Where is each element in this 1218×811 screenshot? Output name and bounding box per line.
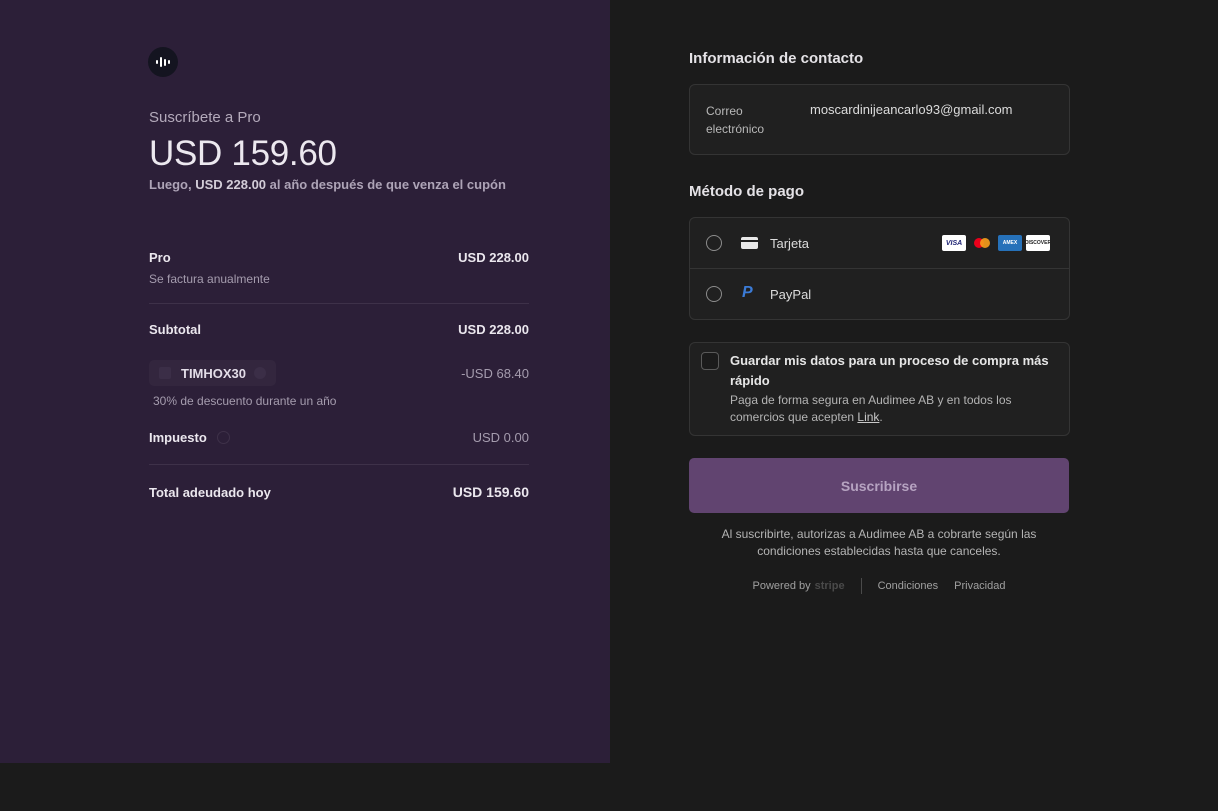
email-label: Correo electrónico	[706, 104, 765, 136]
save-info-description: Paga de forma segura en Audimee AB y en …	[730, 392, 1050, 426]
total-value: USD 159.60	[452, 484, 529, 500]
renewal-prefix: Luego,	[149, 177, 196, 192]
card-radio[interactable]	[706, 235, 722, 251]
mastercard-icon	[970, 235, 994, 251]
payment-option-paypal[interactable]: P PayPal	[690, 269, 1069, 319]
renewal-suffix: al año después de que venza el cupón	[266, 177, 506, 192]
card-brands: VISA AMEX DISCOVER	[942, 235, 1051, 251]
card-label: Tarjeta	[770, 236, 810, 251]
paypal-label: PayPal	[770, 287, 812, 302]
paypal-icon: P	[742, 284, 753, 301]
remove-coupon-icon[interactable]	[254, 367, 267, 379]
billing-frequency: Se factura anualmente	[149, 272, 270, 286]
save-info-box: Guardar mis datos para un proceso de com…	[689, 342, 1070, 436]
contact-title: Información de contacto	[689, 50, 864, 67]
privacy-link[interactable]: Privacidad	[954, 580, 1005, 592]
credit-card-icon	[741, 237, 758, 249]
payment-method-title: Método de pago	[689, 183, 804, 200]
info-icon[interactable]	[217, 431, 230, 444]
coupon-chip[interactable]: TIMHOX30	[149, 360, 277, 386]
pro-label: Pro	[149, 250, 171, 265]
renewal-amount: USD 228.00	[195, 177, 267, 192]
visa-icon: VISA	[942, 235, 966, 251]
contact-box: Correo electrónico moscardinijeancarlo93…	[689, 84, 1070, 155]
payment-method-box: Tarjeta VISA AMEX DISCOVER P PayPal	[689, 217, 1070, 320]
divider	[149, 303, 529, 304]
tax-label: Impuesto	[149, 430, 207, 445]
terms-link[interactable]: Condiciones	[878, 580, 939, 592]
amex-icon: AMEX	[998, 235, 1022, 251]
price-total: USD 159.60	[149, 134, 337, 173]
coupon-code: TIMHOX30	[181, 365, 247, 381]
save-info-checkbox[interactable]	[701, 352, 719, 370]
coupon-description: 30% de descuento durante un año	[153, 394, 337, 408]
divider	[149, 464, 529, 465]
save-desc-suffix: .	[879, 410, 883, 424]
subscribe-button[interactable]: Suscribirse	[689, 458, 1069, 513]
discover-icon: DISCOVER	[1025, 235, 1051, 251]
subtotal-label: Subtotal	[149, 322, 201, 337]
renewal-note: Luego, USD 228.00 al año después de que …	[149, 177, 506, 192]
email-value[interactable]: moscardinijeancarlo93@gmail.com	[810, 102, 1013, 117]
link-link[interactable]: Link	[857, 410, 879, 424]
coupon-discount: -USD 68.40	[461, 366, 529, 381]
footer-separator	[860, 578, 862, 594]
subtotal-value: USD 228.00	[458, 322, 529, 337]
total-label: Total adeudado hoy	[149, 485, 271, 500]
stripe-logo[interactable]: stripe	[815, 580, 845, 592]
paypal-radio[interactable]	[706, 286, 722, 302]
pro-price: USD 228.00	[458, 250, 529, 265]
legal-notice: Al suscribirte, autorizas a Audimee AB a…	[721, 527, 1037, 558]
save-info-title: Guardar mis datos para un proceso de com…	[730, 353, 1049, 388]
product-heading: Suscríbete a Pro	[149, 109, 261, 126]
footer: Powered by stripe Condiciones Privacidad	[689, 578, 1069, 594]
payment-option-card[interactable]: Tarjeta VISA AMEX DISCOVER	[690, 218, 1069, 268]
audimee-logo-icon	[148, 47, 178, 77]
order-summary-panel	[0, 0, 610, 763]
tag-icon	[159, 367, 171, 379]
powered-by-text: Powered by	[752, 580, 811, 592]
tax-value: USD 0.00	[472, 430, 529, 445]
